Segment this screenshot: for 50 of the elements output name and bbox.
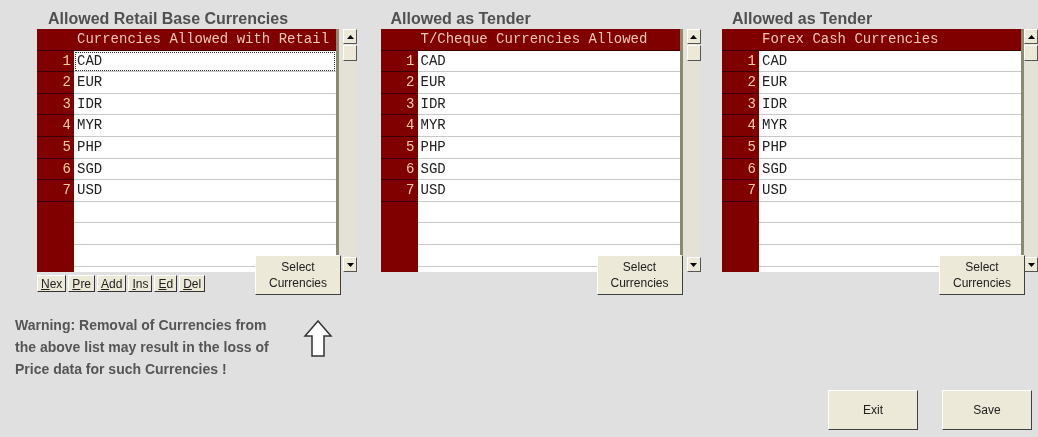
list-title: Allowed as Tender: [732, 10, 874, 29]
scroll-thumb[interactable]: [686, 45, 701, 61]
list-title: Allowed as Tender: [390, 10, 532, 29]
table-cell[interactable]: IDR: [759, 93, 1022, 116]
scroll-thumb[interactable]: [343, 45, 357, 61]
nav-button[interactable]: Nex: [37, 275, 67, 292]
scrollbar[interactable]: [339, 29, 357, 272]
table-cell[interactable]: SGD: [759, 158, 1022, 181]
table-cell[interactable]: MYR: [74, 115, 336, 137]
warning-text: Warning: Removal of Currencies from the above list may result in the loss of Price data for such Currencies !: [15, 316, 270, 379]
table-cell[interactable]: PHP: [759, 136, 1022, 159]
list-title: Allowed Retail Base Currencies: [48, 10, 290, 29]
up-arrow-icon: [303, 320, 333, 358]
scroll-down-icon[interactable]: [686, 257, 701, 272]
table-cell[interactable]: USD: [759, 180, 1022, 202]
nav-button[interactable]: Del: [179, 275, 206, 292]
nav-button[interactable]: Ins: [128, 275, 153, 292]
scroll-down-icon[interactable]: [343, 257, 357, 272]
table-cell[interactable]: SGD: [74, 158, 336, 181]
scrollbar[interactable]: [1024, 29, 1038, 272]
scroll-thumb[interactable]: [1024, 45, 1038, 61]
column-header: Currencies Allowed with Retail: [74, 29, 336, 51]
table-cell[interactable]: IDR: [417, 93, 680, 116]
table-cell[interactable]: PHP: [417, 136, 680, 159]
table-cell[interactable]: PHP: [74, 136, 336, 159]
table-cell[interactable]: CAD: [74, 50, 336, 73]
table-cell[interactable]: MYR: [759, 115, 1022, 137]
table-cell[interactable]: MYR: [417, 115, 680, 137]
table-cell[interactable]: USD: [74, 180, 336, 202]
table-cell[interactable]: SGD: [417, 158, 680, 181]
table-cell[interactable]: CAD: [759, 50, 1022, 73]
scroll-up-icon[interactable]: [343, 29, 357, 44]
table-cell[interactable]: CAD: [417, 50, 680, 73]
select-currencies-button[interactable]: Select Currencies: [255, 255, 341, 295]
select-currencies-button[interactable]: Select Currencies: [596, 255, 683, 295]
table-cell[interactable]: EUR: [417, 72, 680, 94]
table-cell[interactable]: USD: [417, 180, 680, 202]
scroll-up-icon[interactable]: [1024, 29, 1038, 44]
column-header: Forex Cash Currencies: [759, 29, 1022, 51]
column-header: T/Cheque Currencies Allowed: [417, 29, 680, 51]
action-button[interactable]: Save: [942, 390, 1032, 430]
table-cell[interactable]: EUR: [759, 72, 1022, 94]
table-cell[interactable]: IDR: [74, 93, 336, 116]
action-button[interactable]: Exit: [828, 390, 918, 430]
nav-button[interactable]: Add: [97, 275, 127, 292]
table-cell[interactable]: EUR: [74, 72, 336, 94]
nav-button[interactable]: Pre: [68, 275, 96, 292]
scroll-up-icon[interactable]: [686, 29, 701, 44]
select-currencies-button[interactable]: Select Currencies: [939, 255, 1025, 295]
nav-button[interactable]: Ed: [154, 275, 178, 292]
